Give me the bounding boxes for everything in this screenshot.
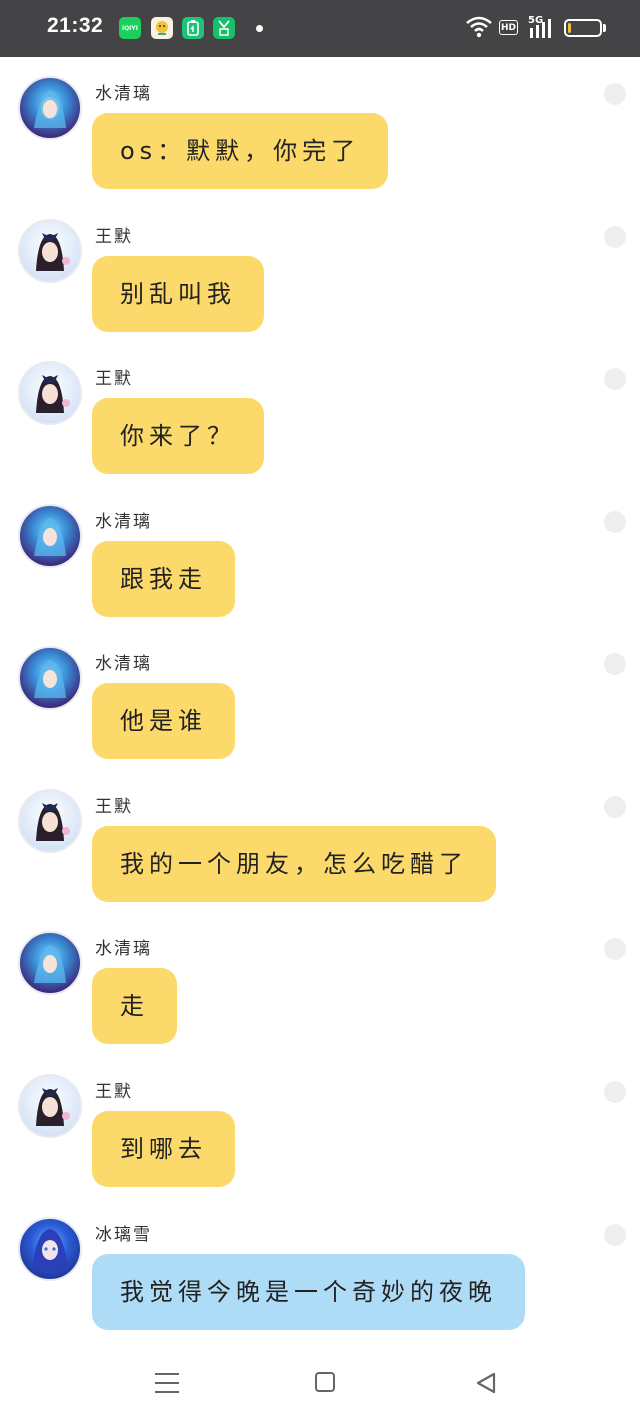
- message-bubble[interactable]: 你来了？: [92, 398, 264, 474]
- notification-dot: [256, 25, 263, 32]
- status-time: 21:32: [47, 14, 104, 37]
- shui-qingli-avatar[interactable]: [18, 504, 82, 568]
- message-bubble[interactable]: 他是谁: [92, 683, 235, 759]
- sender-name: 水清璃: [95, 512, 152, 532]
- battery-nub: [603, 24, 606, 32]
- sender-name: 王默: [95, 227, 133, 247]
- back-icon[interactable]: [474, 1371, 498, 1395]
- message-bubble[interactable]: 别乱叫我: [92, 256, 264, 332]
- message-bubble[interactable]: 走: [92, 968, 177, 1044]
- bing-lixue-avatar[interactable]: [18, 1217, 82, 1281]
- signal-icon: [530, 19, 551, 38]
- wifi-icon: [466, 16, 492, 38]
- message-status-dot: [604, 83, 626, 105]
- message-bubble[interactable]: os：默默，你完了: [92, 113, 389, 189]
- message-status-dot: [604, 796, 626, 818]
- sender-name: 水清璃: [95, 939, 152, 959]
- shui-qingli-avatar[interactable]: [18, 76, 82, 140]
- sender-name: 王默: [95, 1082, 133, 1102]
- message-status-dot: [604, 1224, 626, 1246]
- iqiyi-icon: iQIYI: [119, 17, 141, 39]
- message-status-dot: [604, 226, 626, 248]
- wang-mo-avatar[interactable]: [18, 361, 82, 425]
- battery-icon: [564, 19, 602, 37]
- message-status-dot: [604, 1081, 626, 1103]
- message-bubble[interactable]: 到哪去: [92, 1111, 235, 1187]
- message-status-dot: [604, 653, 626, 675]
- sender-name: 王默: [95, 797, 133, 817]
- sender-name: 水清璃: [95, 84, 152, 104]
- sender-name: 王默: [95, 369, 133, 389]
- navigation-bar: [0, 1345, 640, 1422]
- wang-mo-avatar[interactable]: [18, 1074, 82, 1138]
- app-icon-avatar: [151, 17, 173, 39]
- sender-name: 冰璃雪: [95, 1225, 152, 1245]
- message-bubble[interactable]: 跟我走: [92, 541, 235, 617]
- wang-mo-avatar[interactable]: [18, 219, 82, 283]
- message-status-dot: [604, 938, 626, 960]
- menu-icon[interactable]: [155, 1373, 179, 1393]
- home-icon[interactable]: [315, 1372, 335, 1392]
- message-bubble[interactable]: 我觉得今晚是一个奇妙的夜晚: [92, 1254, 525, 1330]
- battery-level: [568, 23, 571, 33]
- message-bubble[interactable]: 我的一个朋友，怎么吃醋了: [92, 826, 496, 902]
- status-bar: 21:32 iQIYI HD 5G: [0, 0, 640, 57]
- sender-name: 水清璃: [95, 654, 152, 674]
- message-status-dot: [604, 368, 626, 390]
- shui-qingli-avatar[interactable]: [18, 931, 82, 995]
- message-status-dot: [604, 511, 626, 533]
- app-icon-green-y: [213, 17, 235, 39]
- shui-qingli-avatar[interactable]: [18, 646, 82, 710]
- hd-badge: HD: [499, 20, 518, 35]
- app-icon-green-box: [182, 17, 204, 39]
- wang-mo-avatar[interactable]: [18, 789, 82, 853]
